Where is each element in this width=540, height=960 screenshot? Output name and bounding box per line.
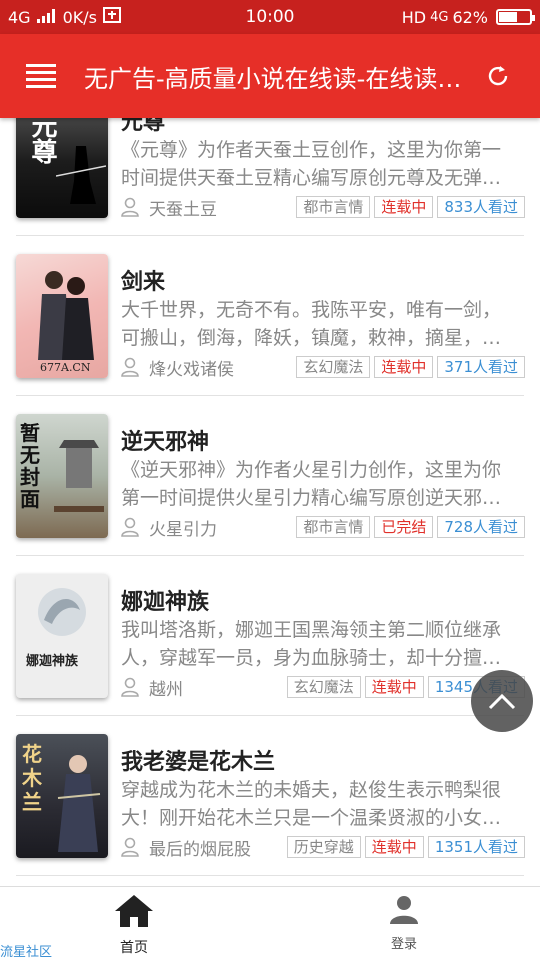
home-icon — [115, 895, 153, 927]
nav-home[interactable]: 首页 — [74, 893, 194, 957]
views-tag: 728人看过 — [437, 516, 525, 538]
views-tag: 371人看过 — [437, 356, 525, 378]
author-icon — [121, 357, 139, 377]
book-description: 我叫塔洛斯，娜迦王国黑海领主第二顺位继承人，穿越军一员，身为血脉骑士，却十分擅… — [121, 619, 502, 669]
book-item[interactable]: 暂无封面 逆天邪神 《逆天邪神》为作者火星引力创作，这里为你第一时间提供火星引力… — [16, 396, 525, 556]
author-icon — [121, 197, 139, 217]
book-meta: 烽火戏诸侯 玄幻魔法 连载中 371人看过 — [121, 354, 525, 380]
book-author: 烽火戏诸侯 — [149, 359, 234, 380]
menu-icon[interactable] — [26, 64, 56, 88]
book-description: 《元尊》为作者天蚕土豆创作，这里为你第一时间提供天蚕土豆精心编写原创元尊及无弹… — [121, 139, 502, 189]
cover-title: 娜迦神族 — [26, 654, 79, 669]
status-tag: 已完结 — [374, 516, 434, 538]
book-cover[interactable]: 花木兰 — [16, 734, 108, 858]
book-meta: 火星引力 都市言情 已完结 728人看过 — [121, 514, 525, 540]
book-description: 《逆天邪神》为作者火星引力创作，这里为你第一时间提供火星引力精心编写原创逆天邪… — [121, 459, 502, 509]
scroll-to-top-button[interactable] — [471, 670, 533, 732]
signal-icon — [36, 8, 57, 27]
cover-title: 花木兰 — [22, 742, 42, 814]
book-item[interactable]: 娜迦神族 娜迦神族 我叫塔洛斯，娜迦王国黑海领主第二顺位继承人，穿越军一员，身为… — [16, 556, 525, 716]
book-description: 大千世界，无奇不有。我陈平安，唯有一剑，可搬山，倒海，降妖，镇魔，敕神，摘星，… — [121, 299, 502, 349]
cover-title: 暂无封面 — [20, 421, 40, 511]
notification-icon — [102, 6, 121, 28]
book-meta: 最后的烟屁股 历史穿越 连载中 1351人看过 — [121, 834, 525, 860]
nav-login-label: 登录 — [390, 937, 417, 952]
nav-home-label: 首页 — [120, 940, 148, 956]
clock: 10:00 — [245, 7, 295, 27]
book-cover[interactable]: 677A.CN — [16, 254, 108, 378]
views-tag: 1351人看过 — [427, 836, 525, 858]
net-speed: 0K/s — [62, 7, 97, 27]
author-icon — [121, 517, 139, 537]
book-item[interactable]: 元尊 元尊 《元尊》为作者天蚕土豆创作，这里为你第一时间提供天蚕土豆精心编写原创… — [16, 118, 525, 236]
book-meta: 越州 玄幻魔法 连载中 1345人看过 — [121, 674, 525, 700]
status-tag: 连载中 — [374, 356, 434, 378]
genre-tag: 玄幻魔法 — [296, 356, 371, 378]
book-cover[interactable]: 娜迦神族 — [16, 574, 108, 698]
status-bar: 4G 0K/s 10:00 HD 4G 62% — [0, 0, 540, 34]
network-indicator-2: 4G — [430, 9, 449, 25]
page-title: 无广告-高质量小说在线读-在线读… — [84, 64, 462, 93]
cover-title: 677A.CN — [40, 361, 91, 374]
status-tag: 连载中 — [364, 676, 424, 698]
status-tag: 连载中 — [364, 836, 424, 858]
genre-tag: 都市言情 — [296, 516, 371, 538]
book-cover[interactable]: 元尊 — [16, 118, 108, 218]
book-title[interactable]: 元尊 — [121, 118, 165, 136]
status-tag: 连载中 — [374, 196, 434, 218]
battery-percent: 62% — [452, 7, 488, 27]
watermark: 流星社区 — [0, 945, 53, 960]
author-icon — [121, 677, 139, 697]
genre-tag: 都市言情 — [296, 196, 371, 218]
user-icon — [390, 896, 418, 924]
book-title[interactable]: 剑来 — [121, 264, 165, 296]
book-title[interactable]: 娜迦神族 — [121, 584, 209, 616]
book-list[interactable]: 元尊 元尊 《元尊》为作者天蚕土豆创作，这里为你第一时间提供天蚕土豆精心编写原创… — [0, 118, 540, 886]
book-author: 火星引力 — [149, 519, 217, 540]
book-meta: 天蚕土豆 都市言情 连载中 833人看过 — [121, 194, 525, 220]
genre-tag: 玄幻魔法 — [286, 676, 361, 698]
book-title[interactable]: 逆天邪神 — [121, 424, 209, 456]
book-item[interactable]: 677A.CN 剑来 大千世界，无奇不有。我陈平安，唯有一剑，可搬山，倒海，降妖… — [16, 236, 525, 396]
refresh-icon[interactable] — [486, 64, 510, 88]
network-indicator: 4G — [8, 7, 31, 27]
app-bar: 无广告-高质量小说在线读-在线读… — [0, 34, 540, 118]
genre-tag: 历史穿越 — [286, 836, 361, 858]
book-title[interactable]: 我老婆是花木兰 — [121, 744, 275, 776]
book-item[interactable]: 花木兰 我老婆是花木兰 穿越成为花木兰的未婚夫，赵俊生表示鸭梨很大！刚开始花木兰… — [16, 716, 525, 876]
bottom-nav: 首页 登录 流星社区 — [0, 886, 540, 960]
author-icon — [121, 837, 139, 857]
nav-login[interactable]: 登录 — [344, 893, 464, 952]
book-cover[interactable]: 暂无封面 — [16, 414, 108, 538]
views-tag: 833人看过 — [437, 196, 525, 218]
book-author: 天蚕土豆 — [149, 199, 217, 220]
book-description: 穿越成为花木兰的未婚夫，赵俊生表示鸭梨很大！刚开始花木兰只是一个温柔贤淑的小女… — [121, 779, 502, 829]
hd-indicator: HD — [401, 7, 427, 27]
battery-icon — [496, 9, 535, 25]
book-author: 最后的烟屁股 — [149, 839, 251, 860]
book-author: 越州 — [149, 679, 183, 700]
chevron-up-icon — [488, 693, 516, 710]
